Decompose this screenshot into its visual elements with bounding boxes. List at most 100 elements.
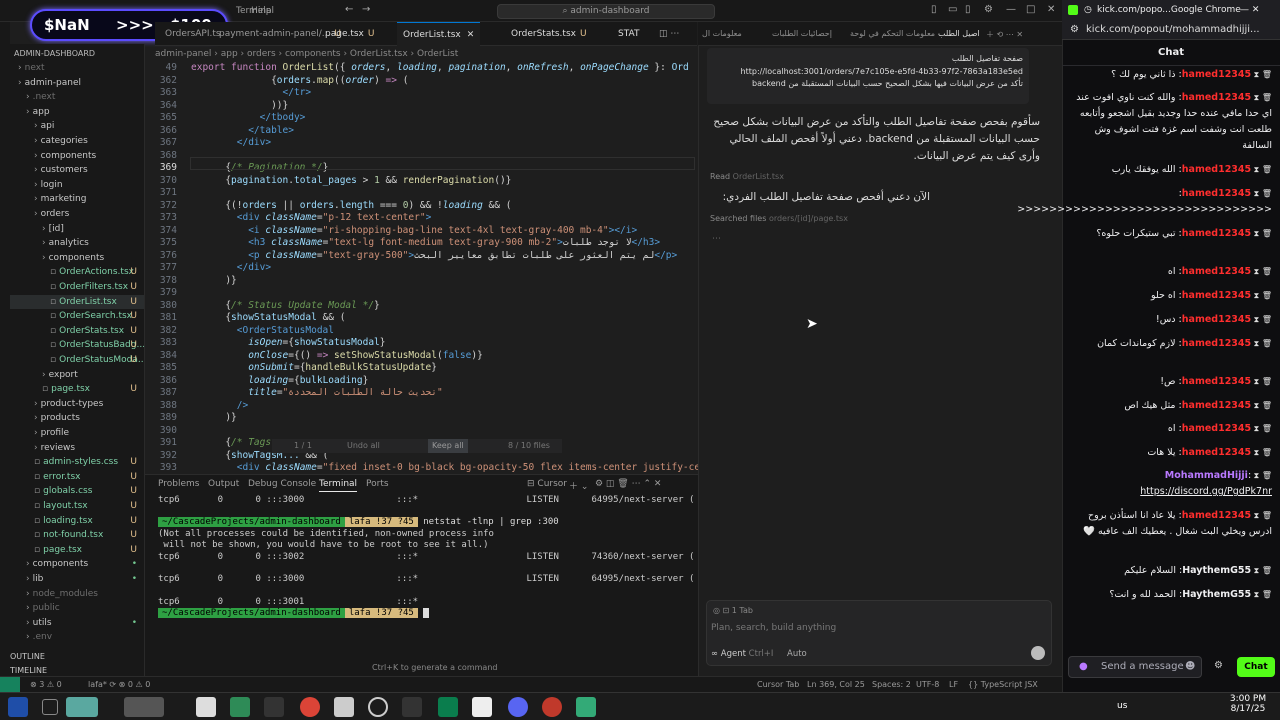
terminal-prompt[interactable]: ~/CascadeProjects/admin-dashboard lafa !3… — [158, 608, 429, 619]
chat-message[interactable]: 🗑 ⧗ hamed12345: اه حلو — [1072, 288, 1272, 304]
chat-message[interactable]: 🗑 ⧗ hamed12345: يلا عاد انا استأذن بروح … — [1072, 508, 1272, 540]
explorer-item[interactable]: ▫ OrderStatusModa... U — [10, 353, 144, 367]
tab-orderstats[interactable]: OrderStats.tsx U — [511, 22, 587, 46]
explorer-item[interactable]: › [id] — [10, 222, 144, 236]
tool-search[interactable]: Searched files orders/[id]/page.tsx — [710, 214, 848, 223]
tab-stat[interactable]: STAT — [618, 22, 639, 46]
terminal-icon[interactable] — [402, 697, 422, 717]
app-icon[interactable] — [264, 697, 284, 717]
command-search[interactable]: ⌕ admin-dashboard — [497, 4, 715, 19]
chat-message[interactable]: 🗑 ⧗ hamed12345: تبي ستيكرات حلوه؟ — [1072, 226, 1272, 242]
notepad-icon[interactable] — [472, 697, 492, 717]
site-info-icon[interactable]: ⚙ — [1070, 20, 1079, 40]
review-files-count[interactable]: 8 / 10 files — [508, 439, 550, 453]
explorer-item[interactable]: ▫ not-found.tsx U — [10, 528, 144, 542]
chat-message[interactable]: 🗑 ⧗ hamed12345: ص! — [1072, 374, 1272, 390]
agent-tab-order-stats[interactable]: إحصائيات الطلبات — [772, 29, 832, 38]
terminal-profile[interactable]: ⊟ Cursor — [527, 479, 567, 489]
file-icon[interactable] — [334, 697, 354, 717]
split-editor-icon[interactable]: ◫ ⋯ — [659, 22, 679, 46]
explorer-item[interactable]: ▫ page.tsx U — [10, 382, 144, 396]
minimize-icon[interactable]: — — [1006, 4, 1016, 15]
chat-message[interactable]: 🗑 ⧗ hamed12345: الله يوفقك يارب — [1072, 162, 1272, 178]
window-controls[interactable]: — ✕ — [1240, 0, 1259, 20]
chat-message[interactable]: 🗑 ⧗ hamed12345: يلا هات — [1072, 445, 1272, 461]
app-icon[interactable] — [368, 697, 388, 717]
remote-icon[interactable] — [0, 677, 20, 692]
app-icon[interactable] — [576, 697, 596, 717]
chat-message[interactable]: 🗑 ⧗ hamed12345: مثل هيك اص — [1072, 398, 1272, 414]
panel-tab-terminal[interactable]: Terminal — [319, 479, 358, 492]
timeline-section[interactable]: TIMELINE — [10, 664, 144, 676]
explorer-item[interactable]: ▫ OrderList.tsx U — [10, 294, 144, 309]
agent-input[interactable]: Plan, search, build anything — [711, 623, 836, 633]
explorer-item[interactable]: › app — [10, 105, 144, 119]
explorer-item[interactable]: ▫ page.tsx U — [10, 543, 144, 557]
explorer-item[interactable]: ▫ error.tsx U — [10, 470, 144, 484]
agent-tab-info[interactable]: معلومات ال — [702, 29, 742, 38]
chat-message[interactable]: 🗑 ⧗ HaythemG55: السلام عليكم — [1072, 563, 1272, 579]
breadcrumb[interactable]: admin-panel › app › orders › components … — [155, 47, 697, 61]
agent-tab-order-details[interactable]: اصيل الطلب — [938, 29, 980, 38]
status-position[interactable]: Ln 369, Col 25 — [807, 680, 865, 689]
explorer-item[interactable]: ▫ globals.css U — [10, 484, 144, 498]
mic-icon[interactable]: ● — [1079, 657, 1088, 677]
new-terminal-icon[interactable]: ＋ ⌄ — [569, 479, 588, 492]
chat-text[interactable]: https://discord.gg/PgdPk7nr — [1140, 486, 1272, 497]
chat-message[interactable]: 🗑 ⧗ hamed12345: اه — [1072, 421, 1272, 437]
explorer-item[interactable]: › lib • — [10, 572, 144, 586]
send-icon[interactable] — [1031, 646, 1045, 660]
settings-gear-icon[interactable]: ⚙ — [984, 4, 993, 15]
chat-message[interactable]: 🗑 ⧗ hamed12345: والله كنت ناوي افوت عند … — [1072, 90, 1272, 154]
chat-username[interactable]: hamed12345 — [1182, 228, 1251, 239]
status-language[interactable]: {} TypeScript JSX — [968, 680, 1038, 689]
explorer-item[interactable]: › export — [10, 368, 144, 382]
status-problems[interactable]: ⊗ 3 ⚠ 0 — [30, 680, 62, 689]
chat-message[interactable]: 🗑 ⧗ hamed12345: <<<<<<<<<<<<<<<<<<<<<<<<… — [1017, 186, 1272, 218]
explorer-item[interactable]: › utils • — [10, 616, 144, 630]
status-branch[interactable]: lafa* ⟳ ⊗ 0 ⚠ 0 — [88, 680, 150, 689]
status-eol[interactable]: LF — [949, 680, 958, 689]
back-arrow-icon[interactable]: ← — [345, 4, 353, 15]
explorer-item[interactable]: › analytics — [10, 236, 144, 250]
app-icon[interactable] — [230, 697, 250, 717]
panel-tab-ports[interactable]: Ports — [366, 479, 389, 489]
tool-read[interactable]: Read OrderList.tsx — [710, 172, 784, 181]
new-chat-icon[interactable]: ＋ ⟲ ⋯ ✕ — [986, 29, 1023, 40]
explorer-item[interactable]: ▫ layout.tsx U — [10, 499, 144, 513]
explorer-item[interactable]: › node_modules — [10, 587, 144, 601]
obs-icon[interactable] — [542, 697, 562, 717]
explorer-item[interactable]: ▫ loading.tsx U — [10, 514, 144, 528]
explorer-item[interactable]: › profile — [10, 426, 144, 440]
explorer-item[interactable]: › components — [10, 149, 144, 163]
address-bar[interactable]: ⚙ kick.com/popout/mohammadhijji... — [1062, 20, 1280, 40]
chat-message[interactable]: 🗑 ⧗ hamed12345: اه — [1072, 264, 1272, 280]
review-nav[interactable]: 1 / 1 — [294, 439, 312, 453]
chat-send-button[interactable]: Chat — [1237, 657, 1275, 677]
explorer-item[interactable]: › reviews — [10, 441, 144, 455]
chat-message[interactable]: 🗑 ⧗ HaythemG55: الحمد لله و انت؟ — [1072, 587, 1272, 603]
chat-username[interactable]: hamed12345 — [1182, 400, 1251, 411]
language-indicator[interactable]: us — [1117, 701, 1127, 711]
explorer-item[interactable]: › api — [10, 119, 144, 133]
user-message[interactable]: صفحة تفاصيل الطلب http://localhost:3001/… — [707, 48, 1029, 104]
panel-tab-debug-console[interactable]: Debug Console — [248, 479, 316, 489]
explorer-item[interactable]: ▫ OrderFilters.tsx U — [10, 280, 144, 294]
chat-settings-icon[interactable]: ⚙ — [1214, 660, 1223, 671]
chat-username[interactable]: hamed12345 — [1182, 69, 1251, 80]
keep-all-button[interactable]: Keep all — [428, 439, 468, 453]
chat-username[interactable]: HaythemG55 — [1182, 589, 1251, 600]
discord-icon[interactable] — [508, 697, 528, 717]
chat-message[interactable]: 🗑 ⧗ hamed12345: ذا ثاني يوم لك ؟ — [1072, 67, 1272, 83]
explorer-item[interactable]: › components — [10, 251, 144, 265]
start-icon[interactable] — [8, 697, 28, 717]
agent-mode-select[interactable]: ∞ Agent Ctrl+I — [711, 649, 773, 659]
system-clock[interactable]: 3:00 PM 8/17/25 — [1220, 694, 1276, 714]
chat-username[interactable]: hamed12345 — [1182, 423, 1251, 434]
outline-section[interactable]: OUTLINE — [10, 650, 144, 664]
chat-username[interactable]: MohammadHijji — [1165, 470, 1248, 481]
layout-sidebar-icon[interactable]: ▯ — [931, 4, 937, 15]
chat-username[interactable]: hamed12345 — [1182, 188, 1251, 199]
context-tab-chip[interactable]: ◎ ⊡ 1 Tab — [713, 606, 753, 615]
taskbar-app-thumb[interactable] — [66, 697, 98, 717]
